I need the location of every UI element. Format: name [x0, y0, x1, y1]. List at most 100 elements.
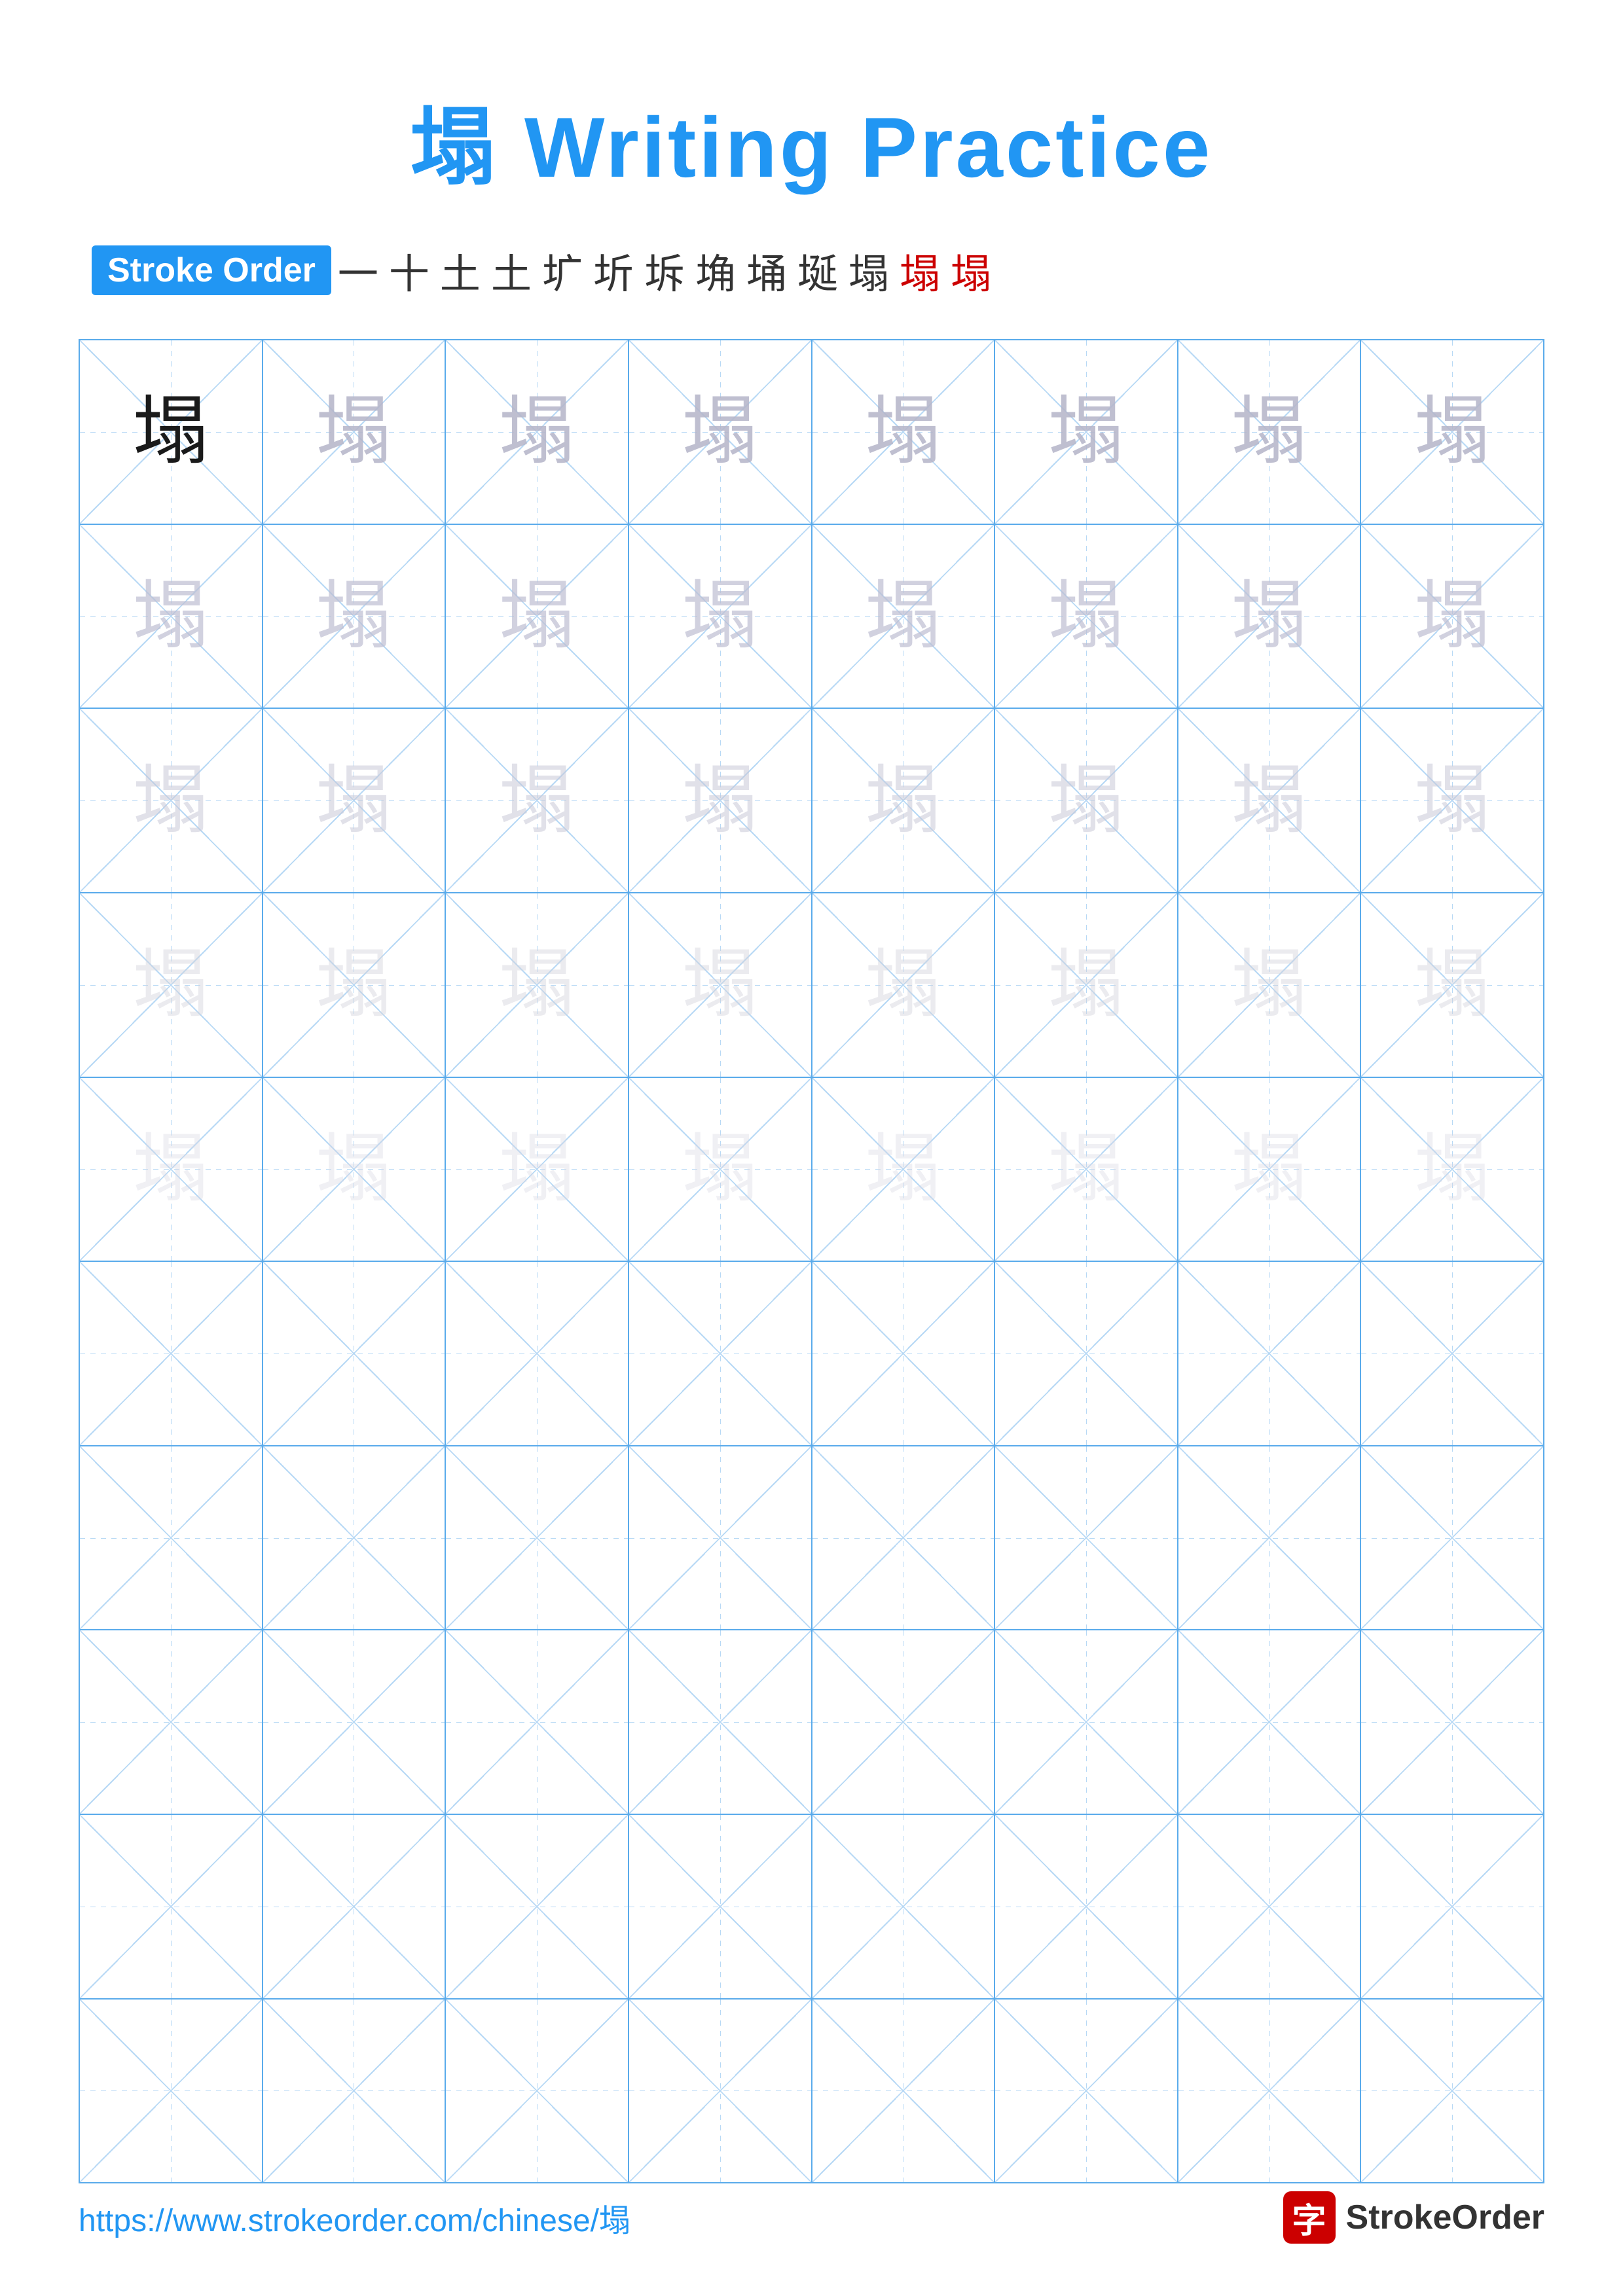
- cell-10-8[interactable]: [1361, 2000, 1543, 2183]
- cell-9-7[interactable]: [1178, 1815, 1362, 1998]
- cell-8-7[interactable]: [1178, 1630, 1362, 1814]
- grid-row-7: [80, 1446, 1543, 1631]
- stroke-3: 土: [440, 241, 481, 300]
- stroke-13: 塌: [951, 241, 991, 300]
- char-light1: 塌: [866, 394, 941, 469]
- cell-1-3: 塌: [446, 340, 629, 524]
- cell-10-2[interactable]: [263, 2000, 447, 2183]
- cell-9-8[interactable]: [1361, 1815, 1543, 1998]
- cell-10-7[interactable]: [1178, 2000, 1362, 2183]
- char-dark: 塌: [133, 394, 208, 469]
- cell-7-1[interactable]: [80, 1446, 263, 1630]
- cell-5-4: 塌: [629, 1078, 812, 1261]
- stroke-4: 土: [491, 241, 532, 300]
- cell-9-1[interactable]: [80, 1815, 263, 1998]
- cell-8-6[interactable]: [995, 1630, 1178, 1814]
- cell-8-2[interactable]: [263, 1630, 447, 1814]
- cell-3-2: 塌: [263, 709, 447, 892]
- cell-1-1: 塌: [80, 340, 263, 524]
- cell-8-8[interactable]: [1361, 1630, 1543, 1814]
- stroke-9: 埇: [746, 241, 787, 300]
- title-char: 塌: [410, 99, 498, 195]
- cell-4-1: 塌: [80, 893, 263, 1077]
- footer-url: https://www.strokeorder.com/chinese/塌: [79, 2195, 630, 2240]
- cell-1-6: 塌: [995, 340, 1178, 524]
- cell-10-5[interactable]: [812, 2000, 996, 2183]
- stroke-6: 圻: [593, 241, 634, 300]
- cell-6-3[interactable]: [446, 1262, 629, 1445]
- cell-7-5[interactable]: [812, 1446, 996, 1630]
- stroke-11: 塌: [848, 241, 889, 300]
- cell-4-6: 塌: [995, 893, 1178, 1077]
- stroke-5: 圹: [542, 241, 583, 300]
- cell-3-6: 塌: [995, 709, 1178, 892]
- cell-3-3: 塌: [446, 709, 629, 892]
- cell-8-4[interactable]: [629, 1630, 812, 1814]
- char-light1: 塌: [500, 394, 575, 469]
- cell-5-6: 塌: [995, 1078, 1178, 1261]
- cell-1-4: 塌: [629, 340, 812, 524]
- cell-4-8: 塌: [1361, 893, 1543, 1077]
- cell-6-4[interactable]: [629, 1262, 812, 1445]
- cell-6-7[interactable]: [1178, 1262, 1362, 1445]
- cell-6-6[interactable]: [995, 1262, 1178, 1445]
- grid-row-3: 塌 塌 塌 塌 塌 塌 塌: [80, 709, 1543, 893]
- cell-7-7[interactable]: [1178, 1446, 1362, 1630]
- stroke-order-section: Stroke Order 一 十 土 土 圹 圻 坼 埆 埇 埏 塌 塌 塌: [79, 241, 1544, 300]
- cell-5-5: 塌: [812, 1078, 996, 1261]
- grid-row-1: 塌 塌 塌 塌 塌 塌 塌: [80, 340, 1543, 525]
- cell-7-2[interactable]: [263, 1446, 447, 1630]
- cell-5-8: 塌: [1361, 1078, 1543, 1261]
- cell-10-3[interactable]: [446, 2000, 629, 2183]
- page-title: 塌 Writing Practice: [410, 79, 1213, 202]
- cell-7-6[interactable]: [995, 1446, 1178, 1630]
- grid-row-2: 塌 塌 塌 塌 塌 塌 塌: [80, 525, 1543, 709]
- cell-5-2: 塌: [263, 1078, 447, 1261]
- char-light1: 塌: [1415, 394, 1490, 469]
- cell-6-8[interactable]: [1361, 1262, 1543, 1445]
- grid-row-4: 塌 塌 塌 塌 塌 塌 塌: [80, 893, 1543, 1078]
- cell-7-4[interactable]: [629, 1446, 812, 1630]
- cell-6-1[interactable]: [80, 1262, 263, 1445]
- footer-logo: 字 StrokeOrder: [1283, 2191, 1544, 2244]
- cell-6-5[interactable]: [812, 1262, 996, 1445]
- cell-8-3[interactable]: [446, 1630, 629, 1814]
- cell-6-2[interactable]: [263, 1262, 447, 1445]
- cell-10-6[interactable]: [995, 2000, 1178, 2183]
- cell-1-8: 塌: [1361, 340, 1543, 524]
- logo-text: StrokeOrder: [1346, 2198, 1544, 2237]
- logo-icon: 字: [1283, 2191, 1336, 2244]
- cell-9-2[interactable]: [263, 1815, 447, 1998]
- cell-5-7: 塌: [1178, 1078, 1362, 1261]
- cell-8-5[interactable]: [812, 1630, 996, 1814]
- cell-8-1[interactable]: [80, 1630, 263, 1814]
- cell-4-4: 塌: [629, 893, 812, 1077]
- cell-2-6: 塌: [995, 525, 1178, 708]
- cell-2-7: 塌: [1178, 525, 1362, 708]
- cell-9-6[interactable]: [995, 1815, 1178, 1998]
- stroke-sequence: 一 十 土 土 圹 圻 坼 埆 埇 埏 塌 塌 塌: [338, 241, 1531, 300]
- cell-9-3[interactable]: [446, 1815, 629, 1998]
- cell-2-8: 塌: [1361, 525, 1543, 708]
- cell-10-4[interactable]: [629, 2000, 812, 2183]
- stroke-7: 坼: [644, 241, 685, 300]
- cell-2-2: 塌: [263, 525, 447, 708]
- cell-1-5: 塌: [812, 340, 996, 524]
- grid-row-8: [80, 1630, 1543, 1815]
- stroke-order-badge: Stroke Order: [92, 245, 331, 295]
- cell-9-4[interactable]: [629, 1815, 812, 1998]
- cell-1-2: 塌: [263, 340, 447, 524]
- cell-3-8: 塌: [1361, 709, 1543, 892]
- stroke-12: 塌: [900, 241, 940, 300]
- cell-7-3[interactable]: [446, 1446, 629, 1630]
- cell-10-1[interactable]: [80, 2000, 263, 2183]
- practice-grid: 塌 塌 塌 塌 塌 塌 塌: [79, 339, 1544, 2183]
- cell-5-1: 塌: [80, 1078, 263, 1261]
- cell-9-5[interactable]: [812, 1815, 996, 1998]
- cell-3-1: 塌: [80, 709, 263, 892]
- cell-4-7: 塌: [1178, 893, 1362, 1077]
- grid-row-9: [80, 1815, 1543, 2000]
- stroke-1: 一: [338, 241, 378, 300]
- cell-7-8[interactable]: [1361, 1446, 1543, 1630]
- char-light1: 塌: [1231, 394, 1307, 469]
